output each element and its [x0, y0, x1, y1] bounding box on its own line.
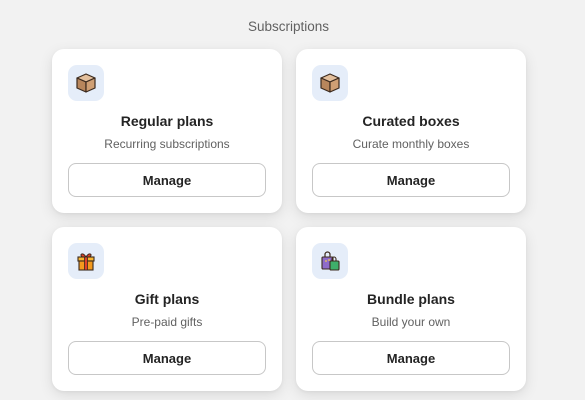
manage-button-gift-plans[interactable]: Manage [68, 341, 266, 375]
gift-icon [68, 243, 104, 279]
card-gift-plans: Gift plans Pre-paid gifts Manage [52, 227, 282, 391]
subscription-cards-grid: Regular plans Recurring subscriptions Ma… [52, 49, 526, 391]
manage-button-regular-plans[interactable]: Manage [68, 163, 266, 197]
card-description: Recurring subscriptions [104, 137, 230, 151]
card-regular-plans: Regular plans Recurring subscriptions Ma… [52, 49, 282, 213]
package-box-icon [312, 65, 348, 101]
card-description: Curate monthly boxes [352, 137, 470, 151]
shopping-bags-icon [312, 243, 348, 279]
card-curated-boxes: Curated boxes Curate monthly boxes Manag… [296, 49, 526, 213]
manage-button-bundle-plans[interactable]: Manage [312, 341, 510, 375]
card-title: Curated boxes [362, 113, 460, 129]
card-bundle-plans: Bundle plans Build your own Manage [296, 227, 526, 391]
package-box-icon [68, 65, 104, 101]
card-description: Build your own [371, 315, 451, 329]
card-title: Regular plans [120, 113, 214, 129]
manage-button-curated-boxes[interactable]: Manage [312, 163, 510, 197]
card-title: Bundle plans [367, 291, 455, 307]
section-title: Subscriptions [247, 19, 330, 34]
card-description: Pre-paid gifts [131, 315, 203, 329]
card-title: Gift plans [134, 291, 200, 307]
